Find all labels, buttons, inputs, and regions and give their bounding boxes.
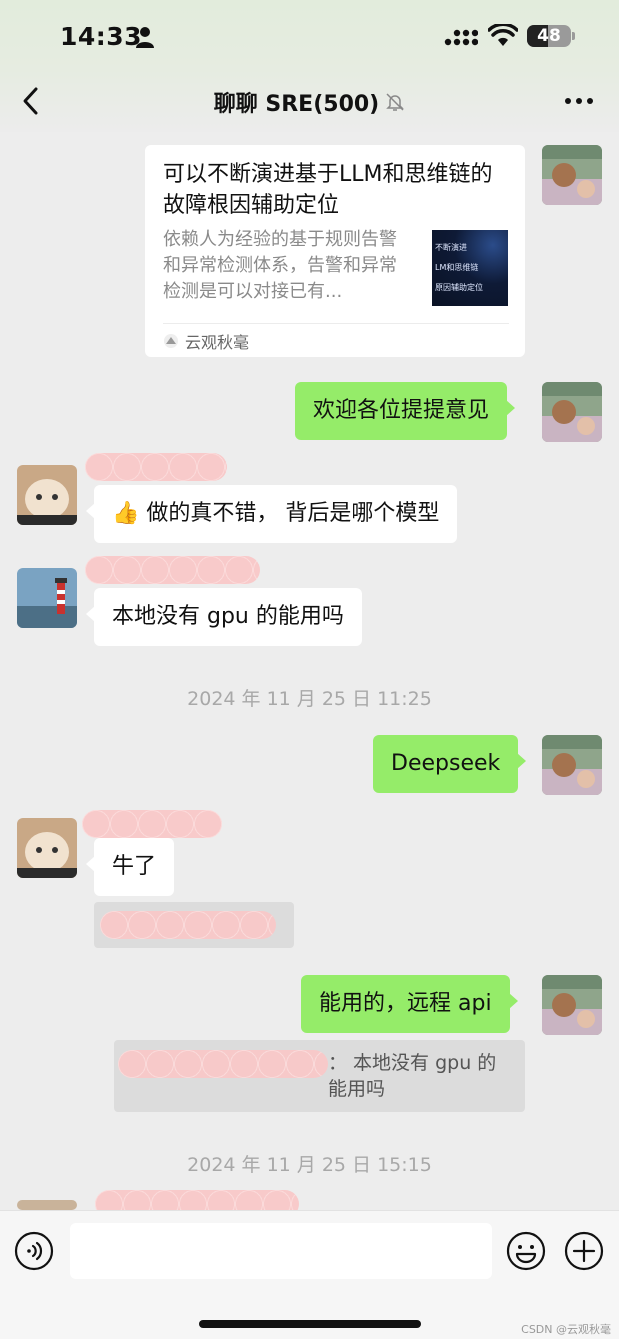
emoji-icon[interactable] (506, 1231, 546, 1271)
source-name: 云观秋毫 (185, 333, 250, 352)
timestamp: 2024 年 11 月 25 日 11:25 (187, 688, 432, 710)
plus-icon[interactable] (564, 1231, 604, 1271)
message-bubble-other[interactable]: 牛了 (85, 838, 175, 896)
card-divider (163, 323, 509, 324)
avatar-me[interactable] (542, 975, 602, 1035)
avatar-me[interactable] (542, 382, 602, 442)
status-time: 14:33 (60, 22, 143, 51)
message-bubble-other[interactable]: 本地没有 gpu 的能用吗 (86, 588, 362, 646)
source-logo-icon (164, 334, 178, 348)
shared-article-card[interactable]: 可以不断演进基于LLM和思维链的故障根因辅助定位 依赖人为经验的基于规则告警和异… (145, 145, 525, 357)
voice-icon[interactable] (14, 1231, 54, 1271)
message-bubble-me[interactable]: 能用的，远程 api (301, 975, 518, 1033)
signal-icon (444, 29, 478, 46)
watermark: CSDN @云观秋毫 (521, 1323, 611, 1336)
avatar-cat[interactable] (17, 818, 77, 878)
sender-name-redacted (85, 556, 260, 584)
thumb-line: LM和思维链 (435, 263, 479, 272)
more-dots-icon[interactable] (564, 96, 594, 106)
battery-indicator: 48 (527, 25, 571, 47)
person-icon (136, 27, 154, 48)
thumb-line: 原因辅助定位 (435, 283, 483, 292)
message-bubble-me[interactable]: 欢迎各位提提意见 (295, 382, 516, 440)
article-description: 依赖人为经验的基于规则告警和异常检测体系，告警和异常检测是可以对接已有... (163, 229, 397, 302)
avatar-me[interactable] (542, 145, 602, 205)
sender-name-redacted (82, 810, 222, 838)
status-bar: 14:33 48 (0, 0, 619, 70)
battery-text: 48 (537, 26, 561, 46)
timestamp: 2024 年 11 月 25 日 15:15 (187, 1154, 432, 1176)
article-thumbnail: 不断演进 LM和思维链 原因辅助定位 (432, 230, 508, 306)
message-bubble-other[interactable]: 👍 做的真不错， 背后是哪个模型 (85, 485, 458, 543)
sender-name-redacted (85, 453, 227, 481)
quoted-sender-redacted (118, 1050, 328, 1078)
quoted-content-redacted (100, 911, 276, 939)
message-input[interactable] (70, 1223, 492, 1279)
avatar-lighthouse[interactable] (17, 568, 77, 628)
message-text: 做的真不错， 背后是哪个模型 (146, 501, 440, 526)
avatar-me[interactable] (542, 735, 602, 795)
thumbs-up-icon: 👍 (112, 501, 140, 526)
avatar-cat[interactable] (17, 465, 77, 525)
wifi-icon (488, 24, 518, 46)
quoted-message[interactable]: ： 本地没有 gpu 的能用吗 (114, 1040, 525, 1112)
quoted-message[interactable] (94, 902, 294, 948)
quoted-text: ： 本地没有 gpu 的能用吗 (328, 1052, 497, 1100)
input-bar: CSDN @云观秋毫 (0, 1210, 619, 1339)
bell-slash-icon (386, 93, 405, 111)
battery-nub (572, 32, 575, 40)
chat-title-container: 聊聊 SRE(500) (0, 86, 619, 118)
avatar-partial (17, 1200, 77, 1210)
article-source: 云观秋毫 (163, 329, 249, 353)
article-title: 可以不断演进基于LLM和思维链的故障根因辅助定位 (163, 162, 493, 218)
thumb-line: 不断演进 (435, 243, 467, 252)
home-indicator[interactable] (199, 1320, 421, 1328)
message-bubble-me[interactable]: Deepseek (373, 735, 527, 793)
nav-bar: 聊聊 SRE(500) (0, 70, 619, 132)
chat-title: 聊聊 SRE(500) (213, 92, 380, 117)
